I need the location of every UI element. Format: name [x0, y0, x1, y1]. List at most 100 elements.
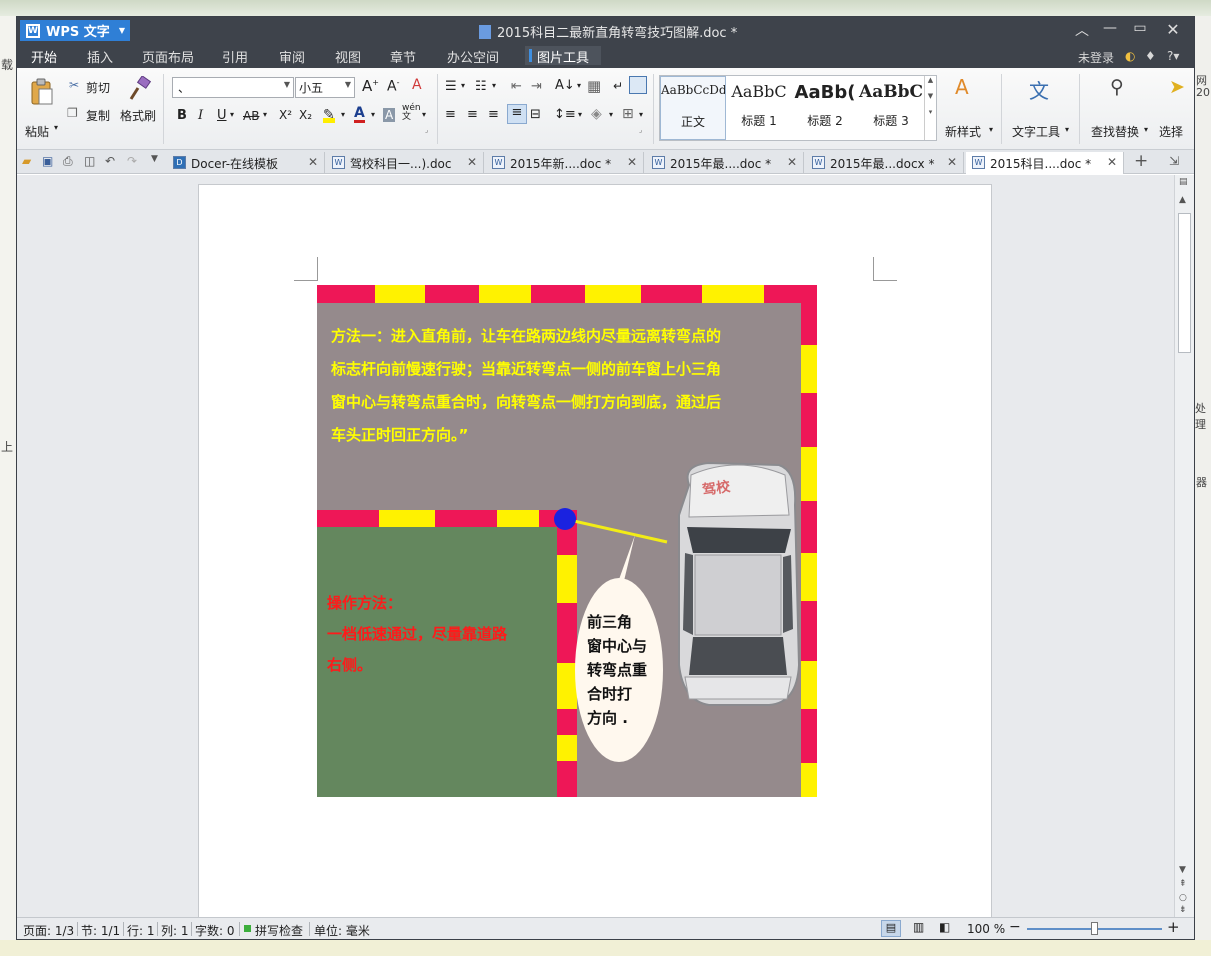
- chevron-down-icon[interactable]: ▾: [989, 125, 993, 134]
- increase-indent-icon[interactable]: ⇥: [531, 79, 542, 94]
- align-left-icon[interactable]: ≡: [445, 107, 456, 122]
- minimize-button[interactable]: —: [1097, 20, 1123, 36]
- new-style-icon[interactable]: A: [955, 75, 969, 99]
- align-center-icon[interactable]: ≡: [467, 107, 478, 122]
- status-word-count[interactable]: 字数: 0: [195, 922, 235, 939]
- chevron-down-icon[interactable]: ▾: [1144, 125, 1148, 134]
- numbered-list-icon[interactable]: ☷: [475, 79, 487, 94]
- style-heading-2[interactable]: AaBb( 标题 2: [792, 76, 858, 140]
- wps-app-menu-button[interactable]: W WPS 文字 ▼: [20, 20, 130, 41]
- chevron-down-icon[interactable]: ▾: [492, 81, 496, 90]
- paragraph-dialog-launcher-icon[interactable]: ⌟: [639, 126, 642, 134]
- skin-icon[interactable]: ◐: [1125, 49, 1135, 63]
- maximize-button[interactable]: ▭: [1127, 20, 1153, 36]
- next-page-icon[interactable]: ⇟: [1179, 905, 1187, 915]
- chevron-down-icon[interactable]: ▾: [341, 110, 345, 119]
- highlight-icon[interactable]: ✎: [323, 107, 335, 123]
- styles-scroll[interactable]: ▲ ▼ ▾: [924, 76, 936, 140]
- driving-diagram-image[interactable]: 方法一：进入直角前，让车在路两边线内尽量远离转弯点的 标志杆向前慢速行驶；当靠近…: [317, 285, 817, 797]
- chevron-down-icon[interactable]: ▾: [230, 110, 234, 119]
- save-icon[interactable]: ▣: [42, 154, 53, 168]
- font-name-select[interactable]: 、 ▼: [172, 77, 294, 98]
- help-button[interactable]: ?▾: [1167, 49, 1179, 63]
- chevron-down-icon[interactable]: ▾: [371, 110, 375, 119]
- tab-list-icon[interactable]: ⇲: [1169, 154, 1179, 168]
- border-icon[interactable]: ⊞: [622, 106, 634, 122]
- binoculars-icon[interactable]: ⚲: [1110, 76, 1124, 98]
- tab-chapter[interactable]: 章节: [390, 47, 416, 66]
- status-section[interactable]: 节: 1/1: [81, 922, 120, 939]
- tab-review[interactable]: 审阅: [279, 47, 305, 66]
- redo-icon[interactable]: ↷: [127, 154, 137, 168]
- text-tools-button[interactable]: 文字工具: [1012, 123, 1060, 140]
- doc-tab[interactable]: W 2015年新....doc * ✕: [486, 152, 644, 173]
- underline-button[interactable]: U: [217, 108, 227, 123]
- cut-button[interactable]: 剪切: [86, 79, 110, 96]
- ribbon-collapse-button[interactable]: ︿: [1069, 20, 1095, 40]
- select-browse-object-icon[interactable]: ○: [1179, 893, 1187, 903]
- spell-check-button[interactable]: 拼写检查: [255, 922, 303, 939]
- quick-access-dropdown-icon[interactable]: ▼: [151, 154, 158, 164]
- close-window-button[interactable]: ✕: [1160, 20, 1186, 39]
- font-size-select[interactable]: 小五 ▼: [295, 77, 355, 98]
- close-tab-icon[interactable]: ✕: [467, 155, 477, 169]
- superscript-button[interactable]: X²: [279, 108, 292, 122]
- close-tab-icon[interactable]: ✕: [627, 155, 637, 169]
- text-tools-icon[interactable]: 文: [1029, 75, 1049, 104]
- bold-button[interactable]: B: [177, 108, 187, 123]
- char-shading-icon[interactable]: A: [383, 108, 396, 122]
- font-dialog-launcher-icon[interactable]: ⌟: [425, 126, 428, 134]
- table-grid-icon[interactable]: ▦: [587, 77, 601, 95]
- scissors-icon[interactable]: ✂: [69, 78, 79, 92]
- doc-tab-active[interactable]: W 2015科目....doc * ✕: [966, 152, 1124, 174]
- chevron-down-icon[interactable]: ▾: [639, 110, 643, 119]
- zoom-in-button[interactable]: +: [1167, 918, 1180, 936]
- style-heading-1[interactable]: AaBbC 标题 1: [726, 76, 792, 140]
- ruler-toggle-icon[interactable]: ▤: [1179, 177, 1188, 187]
- scrollbar-thumb[interactable]: [1178, 213, 1191, 353]
- align-right-icon[interactable]: ≡: [488, 107, 499, 122]
- chevron-down-icon[interactable]: ▾: [422, 110, 426, 119]
- tab-page-layout[interactable]: 页面布局: [142, 47, 194, 66]
- zoom-slider-thumb[interactable]: [1091, 922, 1098, 935]
- copy-icon[interactable]: ❐: [67, 106, 78, 120]
- tab-picture-tools[interactable]: 图片工具: [525, 46, 602, 66]
- outline-view-icon[interactable]: ▥: [913, 920, 924, 934]
- new-style-button[interactable]: 新样式: [945, 123, 981, 140]
- document-page[interactable]: 方法一：进入直角前，让车在路两边线内尽量远离转弯点的 标志杆向前慢速行驶；当靠近…: [198, 184, 992, 924]
- select-cursor-icon[interactable]: ➤: [1169, 76, 1185, 98]
- new-tab-button[interactable]: +: [1134, 151, 1148, 171]
- bullet-list-icon[interactable]: ☰: [445, 79, 457, 94]
- font-color-icon[interactable]: A: [354, 106, 365, 123]
- sort-icon[interactable]: A↓: [555, 78, 575, 93]
- print-icon[interactable]: ⎙: [63, 154, 73, 169]
- format-painter-button[interactable]: 格式刷: [120, 107, 156, 124]
- doc-tab[interactable]: W 2015年最...docx * ✕: [806, 152, 964, 173]
- select-all-icon[interactable]: [629, 76, 647, 94]
- doc-tab[interactable]: W 2015年最....doc * ✕: [646, 152, 804, 173]
- phonetic-guide-icon[interactable]: wén 文: [402, 104, 421, 122]
- print-preview-icon[interactable]: ◫: [84, 154, 95, 168]
- close-tab-icon[interactable]: ✕: [308, 155, 318, 169]
- close-tab-icon[interactable]: ✕: [947, 155, 957, 169]
- chevron-down-icon[interactable]: ▾: [609, 110, 613, 119]
- zoom-level[interactable]: 100 %: [967, 922, 1005, 936]
- subscript-button[interactable]: X₂: [299, 108, 312, 122]
- justify-icon[interactable]: ≡: [507, 104, 527, 124]
- close-tab-icon[interactable]: ✕: [1107, 155, 1117, 169]
- scroll-up-icon[interactable]: ▲: [1179, 195, 1186, 205]
- login-link[interactable]: 未登录: [1078, 49, 1114, 66]
- paste-button[interactable]: 粘贴: [25, 123, 49, 140]
- grow-font-icon[interactable]: A+: [362, 77, 379, 95]
- style-normal[interactable]: AaBbCcDd 正文: [660, 76, 726, 140]
- italic-button[interactable]: I: [198, 108, 203, 123]
- chevron-down-icon[interactable]: ▾: [1065, 125, 1069, 134]
- status-unit[interactable]: 单位: 毫米: [314, 922, 370, 939]
- format-painter-icon[interactable]: [127, 75, 153, 102]
- open-folder-icon[interactable]: ▰: [22, 154, 31, 168]
- tab-office-space[interactable]: 办公空间: [447, 47, 499, 66]
- paste-dropdown-icon[interactable]: ▾: [54, 123, 58, 132]
- shirt-icon[interactable]: ♦: [1145, 49, 1156, 63]
- tab-view[interactable]: 视图: [335, 47, 361, 66]
- paragraph-shading-icon[interactable]: ◈: [591, 106, 602, 122]
